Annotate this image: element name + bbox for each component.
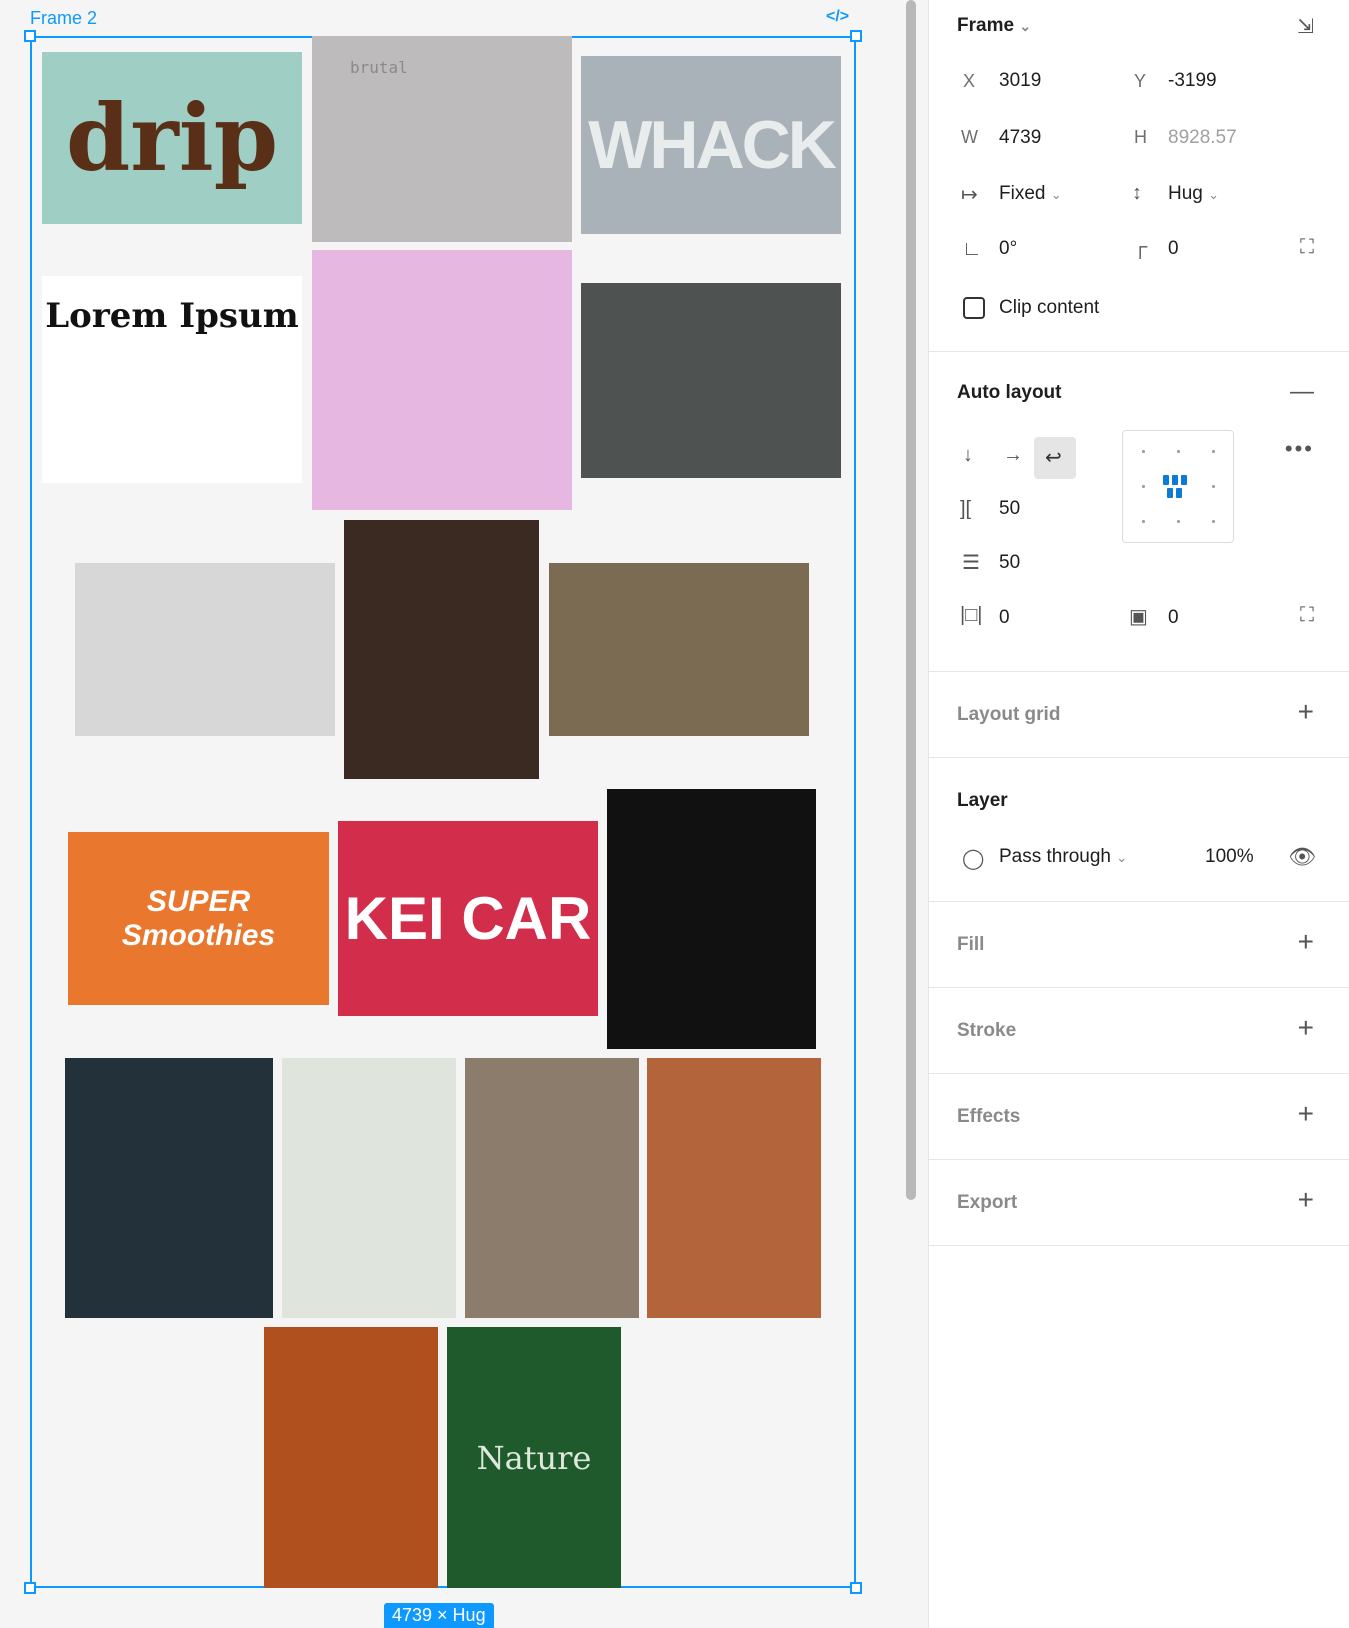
corner-radius-icon: ┌: [1133, 236, 1148, 258]
height-mode-dropdown[interactable]: Hug ⌄: [1168, 183, 1219, 205]
image-misty-forest[interactable]: [581, 283, 841, 478]
resize-handle-top-left[interactable]: [24, 30, 36, 42]
vertical-gap-field[interactable]: 50: [999, 552, 1020, 574]
alignment-indicator-icon: [1163, 475, 1193, 500]
horizontal-padding-icon: |□|: [960, 604, 983, 626]
corner-radius-field[interactable]: 0: [1168, 238, 1179, 260]
image-smoothies-text: SUPER Smoothies: [121, 884, 276, 952]
properties-panel: Frame ⌄ ⇲ X 3019 Y -3199 W 4739 H 8928.5…: [928, 0, 1349, 1628]
image-kei-car-text: KEI CAR: [344, 885, 592, 952]
horizontal-resize-icon: ↦: [961, 184, 978, 206]
effects-section: Effects +: [929, 1074, 1349, 1160]
horizontal-gap-icon: ][: [960, 498, 972, 520]
add-layout-grid-icon[interactable]: +: [1298, 696, 1314, 728]
stroke-title: Stroke: [957, 1020, 1017, 1041]
image-silhouette-building[interactable]: [75, 563, 335, 736]
h-label: H: [1134, 127, 1147, 147]
clip-content-label[interactable]: Clip content: [999, 297, 1099, 319]
horizontal-direction-icon[interactable]: →: [1003, 444, 1023, 467]
independent-corners-icon[interactable]: ⛶: [1300, 236, 1314, 259]
more-options-icon[interactable]: •••: [1285, 436, 1314, 462]
resize-handle-top-right[interactable]: [850, 30, 862, 42]
stroke-section: Stroke +: [929, 988, 1349, 1074]
add-effect-icon[interactable]: +: [1298, 1098, 1314, 1130]
blend-mode-dropdown[interactable]: Pass through ⌄: [999, 846, 1127, 868]
image-smoothies[interactable]: SUPER Smoothies: [68, 832, 329, 1005]
export-title: Export: [957, 1192, 1018, 1213]
image-lorem-ipsum[interactable]: Lorem Ipsum: [42, 276, 302, 483]
resize-handle-bottom-left[interactable]: [24, 1582, 36, 1594]
image-whack-text: WHACK: [588, 107, 837, 183]
fill-section: Fill +: [929, 902, 1349, 988]
image-drip[interactable]: drip: [42, 52, 302, 224]
frame-title[interactable]: Frame ⌄: [957, 15, 1031, 37]
image-syr[interactable]: [312, 250, 572, 510]
fill-title: Fill: [957, 934, 985, 955]
image-kei-car[interactable]: KEI CAR: [338, 821, 598, 1016]
image-whack[interactable]: WHACK: [581, 56, 841, 234]
x-label: X: [963, 71, 976, 91]
layer-section: Layer ◯ Pass through ⌄ 100% 👁: [929, 758, 1349, 902]
image-brutal-text: brutal: [350, 58, 408, 77]
width-mode-dropdown[interactable]: Fixed ⌄: [999, 183, 1062, 205]
resize-handle-bottom-right[interactable]: [850, 1582, 862, 1594]
size-badge: 4739 × Hug: [384, 1603, 494, 1628]
export-section: Export +: [929, 1160, 1349, 1246]
image-bus-stop[interactable]: [344, 520, 539, 779]
opacity-field[interactable]: 100%: [1205, 846, 1254, 868]
code-icon[interactable]: </>: [826, 8, 849, 26]
horizontal-gap-field[interactable]: 50: [999, 498, 1020, 520]
canvas-scrollbar[interactable]: [906, 0, 916, 1200]
image-old-car[interactable]: [465, 1058, 639, 1318]
image-brick-wall-portrait[interactable]: [647, 1058, 821, 1318]
frame-section: Frame ⌄ ⇲ X 3019 Y -3199 W 4739 H 8928.5…: [929, 0, 1349, 352]
effects-title: Effects: [957, 1106, 1021, 1127]
y-field[interactable]: -3199: [1168, 70, 1217, 92]
add-stroke-icon[interactable]: +: [1298, 1012, 1314, 1044]
horizontal-padding-field[interactable]: 0: [999, 607, 1010, 629]
vertical-padding-icon: ▣: [1129, 606, 1148, 628]
image-lorem-ipsum-text: Lorem Ipsum: [45, 296, 299, 336]
image-dark-city[interactable]: [65, 1058, 273, 1318]
y-label: Y: [1134, 71, 1147, 91]
w-label: W: [961, 127, 978, 147]
image-nature[interactable]: Nature: [447, 1327, 621, 1588]
wrap-direction-button[interactable]: ↩: [1034, 437, 1076, 479]
layout-grid-title: Layout grid: [957, 704, 1061, 725]
image-nature-text: Nature: [476, 1438, 592, 1477]
vertical-direction-icon[interactable]: ↓: [963, 444, 973, 467]
rotation-icon: ∟: [962, 238, 982, 260]
eye-icon[interactable]: 👁: [1288, 844, 1316, 870]
remove-auto-layout-icon[interactable]: —: [1290, 378, 1314, 406]
image-glitch-portrait[interactable]: [264, 1327, 438, 1588]
layer-title: Layer: [957, 790, 1008, 811]
add-export-icon[interactable]: +: [1298, 1184, 1314, 1216]
vertical-gap-icon: ☰: [962, 552, 980, 574]
image-brutal[interactable]: brutal: [312, 36, 572, 242]
auto-layout-title: Auto layout: [957, 382, 1062, 403]
w-field[interactable]: 4739: [999, 127, 1041, 149]
rotation-field[interactable]: 0°: [999, 238, 1017, 260]
add-fill-icon[interactable]: +: [1298, 926, 1314, 958]
x-field[interactable]: 3019: [999, 70, 1041, 92]
h-field[interactable]: 8928.57: [1168, 127, 1237, 149]
independent-padding-icon[interactable]: ⛶: [1300, 604, 1314, 627]
image-sunglasses-portrait[interactable]: [282, 1058, 456, 1318]
vertical-resize-icon: ↕: [1132, 182, 1142, 204]
image-hand-portrait[interactable]: [607, 789, 816, 1049]
blend-mode-icon: ◯: [962, 848, 985, 870]
image-drip-text: drip: [65, 84, 279, 192]
alignment-grid[interactable]: [1122, 430, 1234, 543]
clip-content-checkbox[interactable]: [963, 297, 985, 319]
canvas[interactable]: Frame 2 </> drip brutal WHACK Lorem Ipsu…: [0, 0, 893, 1628]
collapse-icon[interactable]: ⇲: [1297, 14, 1314, 39]
auto-layout-section: Auto layout — ↓ → ↩ ••• ][ 50 ☰ 50 |□| 0…: [929, 352, 1349, 672]
frame-label[interactable]: Frame 2: [30, 8, 97, 29]
image-cabin[interactable]: [549, 563, 809, 736]
layout-grid-section: Layout grid +: [929, 672, 1349, 758]
vertical-padding-field[interactable]: 0: [1168, 607, 1179, 629]
